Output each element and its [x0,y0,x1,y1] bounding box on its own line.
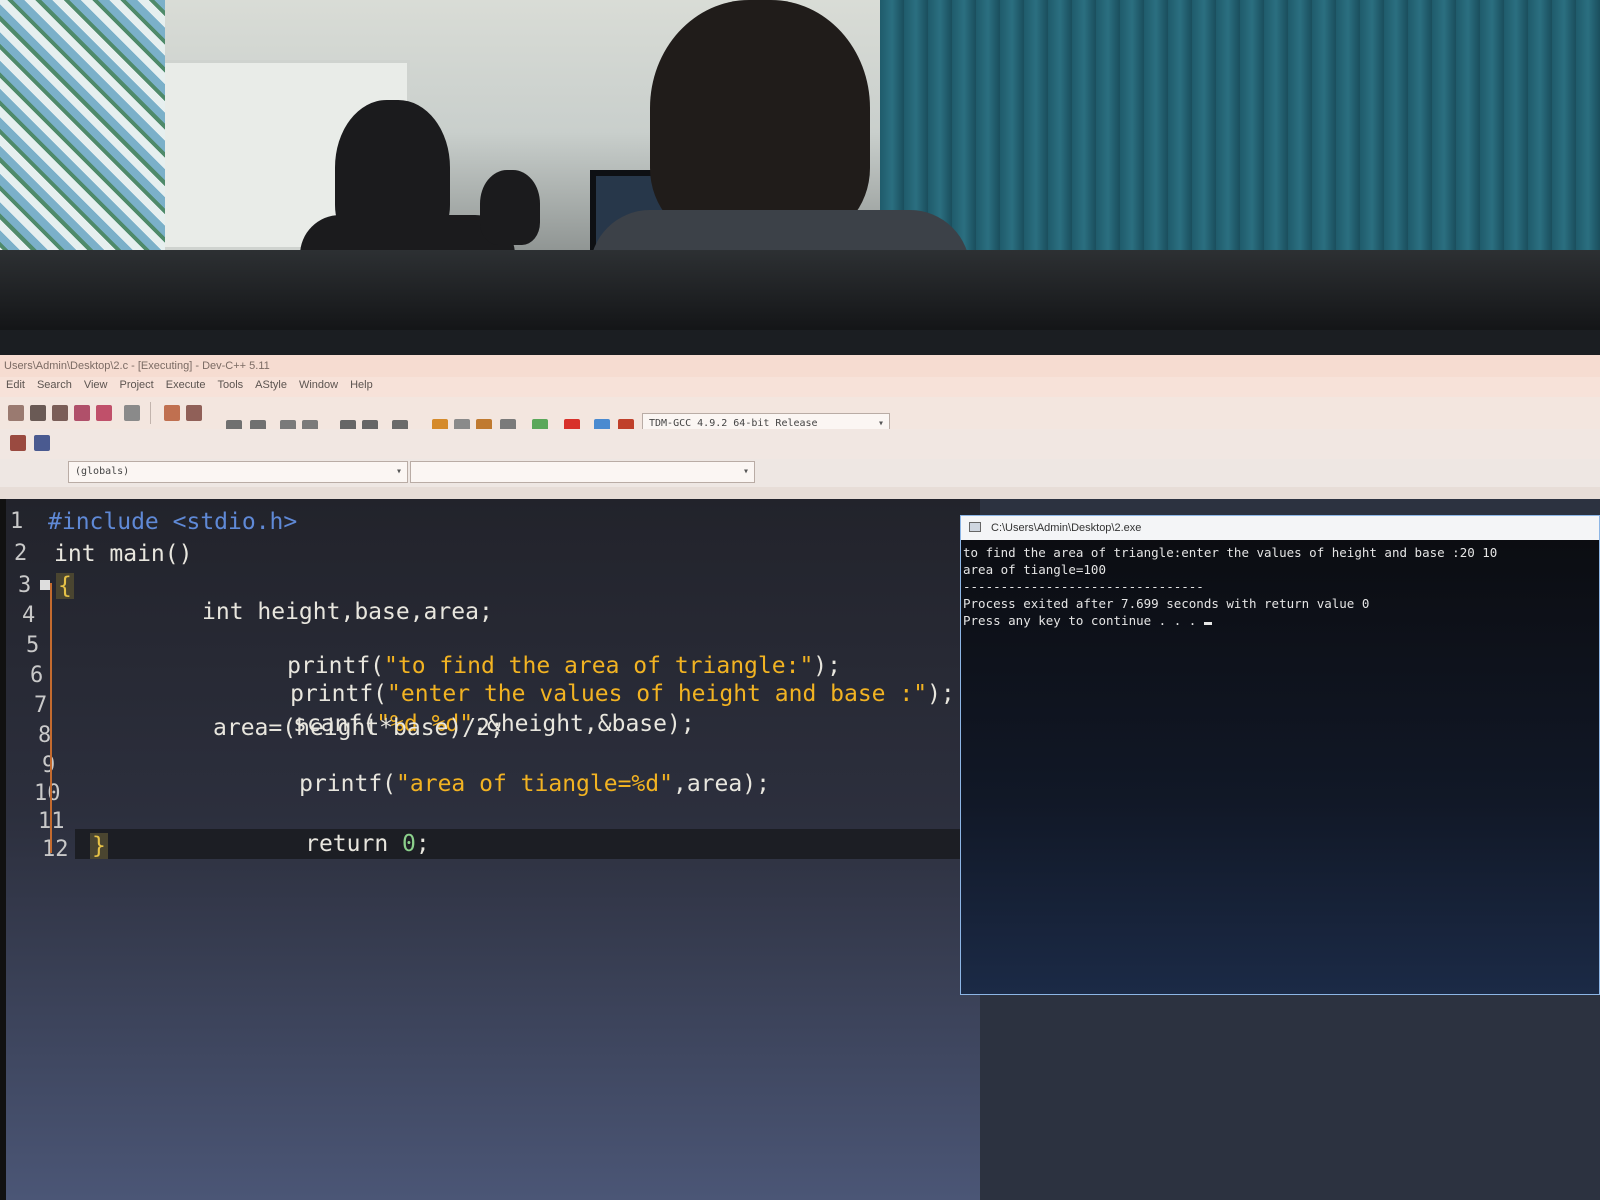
redo-icon[interactable] [186,405,202,421]
console-prompt-line: Press any key to continue . . . [963,612,1597,629]
person-head-far [480,170,540,245]
code-line-declaration: int height,base,area; [202,599,493,625]
code-line-open-brace: { [56,573,74,599]
console-line: Press any key to continue . . . [963,613,1204,628]
line-number: 7 [34,693,48,718]
code-editor[interactable]: 1 2 3 4 5 6 7 8 9 10 11 12 #include <std… [0,499,980,1200]
line-number: 6 [30,663,44,688]
line-number: 5 [26,633,40,658]
menu-tools[interactable]: Tools [217,379,243,395]
monitor-top-bezel [0,250,1600,330]
scope-select[interactable]: (globals) ▾ [68,461,408,483]
menu-execute[interactable]: Execute [166,379,206,395]
toggle-bookmark-icon[interactable] [34,435,50,451]
line-number: 4 [22,603,36,628]
console-window[interactable]: C:\Users\Admin\Desktop\2.exe to find the… [960,515,1600,995]
console-line: to find the area of triangle:enter the v… [963,545,1498,560]
background-room-photo [0,0,1600,330]
code-token: ,area); [672,771,770,797]
menu-astyle[interactable]: AStyle [255,379,287,395]
main-toolbar: TDM-GCC 4.9.2 64-bit Release ▾ [0,397,1600,436]
line-number-gutter: 1 2 3 4 5 6 7 8 9 10 11 12 [0,499,75,1200]
code-line-area: area=(height*base)/2; [213,715,504,741]
line-number: 12 [42,837,69,862]
code-line-main: int main() [54,541,193,567]
insert-icon[interactable] [10,435,26,451]
code-token: ); [927,681,955,707]
code-token: ; [415,831,430,857]
line-number: 10 [34,781,61,806]
chevron-down-icon: ▾ [877,418,884,429]
save-icon[interactable] [52,405,68,421]
window-title-bar: Users\Admin\Desktop\2.c - [Executing] - … [0,355,1600,377]
curtain [880,0,1600,260]
class-toolbar: (globals) ▾ ▾ [0,459,1600,487]
console-app-icon [969,522,981,532]
menu-project[interactable]: Project [119,379,153,395]
secondary-toolbar [0,429,1600,459]
open-file-icon[interactable] [30,405,46,421]
window-title: Users\Admin\Desktop\2.c - [Executing] - … [4,360,270,372]
console-line: area of tiangle=100 [963,562,1106,577]
menu-help[interactable]: Help [350,379,373,395]
person-head-front [650,0,870,240]
editor-tab-strip [0,487,1600,499]
new-file-icon[interactable] [8,405,24,421]
menu-bar: Edit Search View Project Execute Tools A… [0,377,1600,397]
person-checked-shirt [0,0,165,270]
monitor-left-bezel [0,499,6,1200]
menu-window[interactable]: Window [299,379,338,395]
fold-line [50,583,52,853]
code-keyword: return [305,831,403,857]
text-cursor [1203,622,1212,625]
code-line-return: return 0; [222,805,430,883]
code-token: ,&height,&base); [473,711,695,737]
menu-edit[interactable]: Edit [6,379,25,395]
line-number: 2 [14,541,28,566]
compiler-select-value: TDM-GCC 4.9.2 64-bit Release [649,418,818,429]
code-number: 0 [402,831,416,857]
close-file-icon[interactable] [96,405,112,421]
chevron-down-icon: ▾ [742,466,749,477]
code-line-close-brace: } [90,833,108,859]
fold-toggle-icon[interactable] [40,580,50,590]
code-line-include: #include <stdio.h> [48,509,298,535]
current-line-highlight [75,829,980,859]
console-title-bar[interactable]: C:\Users\Admin\Desktop\2.exe [961,516,1599,540]
line-number: 3 [18,573,32,598]
print-icon[interactable] [124,405,140,421]
code-string: "area of tiangle=%d" [396,771,673,797]
menu-search[interactable]: Search [37,379,72,395]
menu-view[interactable]: View [84,379,108,395]
save-all-icon[interactable] [74,405,90,421]
member-select[interactable]: ▾ [410,461,755,483]
line-number: 9 [42,753,56,778]
code-token: printf( [299,771,397,797]
console-line: -------------------------------- [963,579,1204,594]
console-output[interactable]: to find the area of triangle:enter the v… [961,540,1599,633]
line-number: 1 [10,509,24,534]
monitor-screen: Users\Admin\Desktop\2.c - [Executing] - … [0,355,1600,1200]
toolbar-separator [150,402,151,424]
console-title: C:\Users\Admin\Desktop\2.exe [991,522,1142,534]
undo-icon[interactable] [164,405,180,421]
scope-select-value: (globals) [75,466,130,477]
chevron-down-icon: ▾ [395,466,402,477]
console-line: Process exited after 7.699 seconds with … [963,596,1370,611]
